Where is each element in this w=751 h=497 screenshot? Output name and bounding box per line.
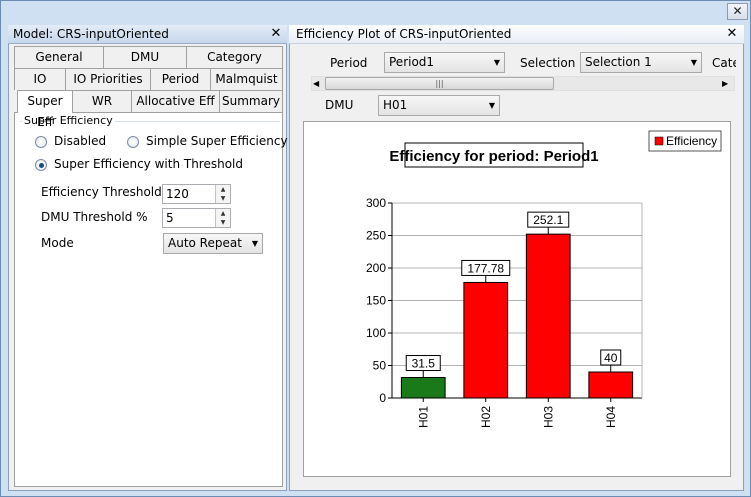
tab-wr[interactable]: WR — [72, 90, 132, 112]
category-label: Cate — [712, 56, 736, 70]
efficiency-chart: Efficiency for period: Period1 Efficienc… — [366, 130, 722, 428]
y-tick-label: 0 — [379, 391, 386, 405]
mode-label: Mode — [41, 236, 74, 250]
dmu-select[interactable]: H01 ▼ — [378, 95, 500, 116]
tab-allocative-eff[interactable]: Allocative Eff — [131, 90, 220, 112]
x-tick-label: H04 — [604, 406, 618, 428]
scrollbar-thumb[interactable]: ||| — [325, 77, 554, 90]
chart-area: Efficiency for period: Period1 Efficienc… — [303, 121, 731, 477]
model-panel-title: Model: CRS-inputOriented ✕ — [8, 25, 287, 44]
plot-panel-title-text: Efficiency Plot of CRS-inputOriented — [296, 27, 512, 41]
efficiency-threshold-value: 120 — [166, 187, 189, 201]
chevron-down-icon: ▼ — [493, 58, 500, 67]
super-efficiency-group — [20, 121, 280, 484]
legend-swatch — [654, 136, 664, 146]
dmu-label: DMU — [325, 98, 354, 112]
selection-select[interactable]: Selection 1 ▼ — [580, 52, 702, 73]
radio-threshold-label: Super Efficiency with Threshold — [54, 157, 243, 171]
y-tick-label: 250 — [366, 229, 386, 243]
tab-period[interactable]: Period — [150, 68, 211, 90]
spin-down-icon[interactable]: ▼ — [215, 218, 230, 227]
radio-super-efficiency-threshold[interactable] — [35, 159, 47, 171]
tab-io-priorities[interactable]: IO Priorities — [65, 68, 151, 90]
y-tick-label: 50 — [373, 359, 387, 373]
bar — [400, 377, 446, 399]
data-label: 177.78 — [467, 261, 504, 275]
group-label: Super Efficiency — [22, 114, 115, 127]
tab-malmquist[interactable]: Malmquist — [210, 68, 283, 90]
selection-value: Selection 1 — [585, 55, 652, 69]
model-panel-close-icon[interactable]: ✕ — [268, 26, 284, 42]
bar — [525, 233, 571, 399]
period-label: Period — [330, 56, 368, 70]
x-tick-label: H01 — [416, 406, 430, 428]
radio-simple-label: Simple Super Efficiency — [146, 134, 288, 148]
radio-simple-super-efficiency[interactable] — [127, 136, 139, 148]
efficiency-threshold-input[interactable]: 120 ▲ ▼ — [162, 184, 231, 204]
legend-label: Efficiency — [666, 134, 717, 148]
dmu-threshold-label: DMU Threshold % — [41, 210, 148, 224]
data-label: 252.1 — [533, 213, 563, 227]
chevron-down-icon: ▼ — [488, 101, 495, 110]
dmu-threshold-value: 5 — [166, 211, 174, 225]
dmu-threshold-input[interactable]: 5 ▲ ▼ — [162, 208, 231, 228]
period-value: Period1 — [389, 55, 435, 69]
chevron-down-icon: ▼ — [251, 239, 258, 248]
bar — [588, 371, 634, 399]
window-close-icon[interactable]: ✕ — [727, 3, 748, 20]
spin-up-icon[interactable]: ▲ — [215, 185, 230, 194]
chart-title: Efficiency for period: Period1 — [389, 148, 598, 165]
efficiency-threshold-label: Efficiency Threshold % — [41, 185, 177, 199]
tab-dmu[interactable]: DMU — [103, 46, 187, 68]
bar — [463, 281, 509, 399]
radio-disabled-label: Disabled — [54, 134, 107, 148]
spin-down-icon[interactable]: ▼ — [215, 194, 230, 203]
y-tick-label: 200 — [366, 261, 386, 275]
tab-super-eff[interactable]: Super Eff — [17, 90, 73, 129]
selection-label: Selection — [520, 56, 576, 70]
tab-general[interactable]: General — [14, 46, 104, 68]
tab-category[interactable]: Category — [186, 46, 283, 68]
x-tick-label: H03 — [541, 406, 555, 428]
mode-value: Auto Repeat — [168, 236, 242, 250]
tab-summary[interactable]: Summary — [219, 90, 283, 112]
plot-panel-title: Efficiency Plot of CRS-inputOriented ✕ — [289, 25, 744, 44]
plot-panel-close-icon[interactable]: ✕ — [724, 26, 740, 42]
y-tick-label: 150 — [366, 294, 386, 308]
arrow-right-icon[interactable]: ▶ — [722, 77, 728, 90]
data-label: 31.5 — [412, 357, 436, 371]
data-label: 40 — [604, 351, 618, 365]
y-tick-label: 300 — [366, 196, 386, 210]
x-tick-label: H02 — [479, 406, 493, 428]
y-tick-label: 100 — [366, 326, 386, 340]
tab-io[interactable]: IO — [14, 68, 66, 90]
spin-up-icon[interactable]: ▲ — [215, 209, 230, 218]
chevron-down-icon: ▼ — [690, 58, 697, 67]
radio-disabled[interactable] — [35, 136, 47, 148]
arrow-left-icon[interactable]: ◀ — [313, 77, 319, 90]
period-select[interactable]: Period1 ▼ — [384, 52, 505, 73]
dmu-value: H01 — [383, 98, 408, 112]
mode-select[interactable]: Auto Repeat ▼ — [163, 233, 263, 254]
model-panel-title-text: Model: CRS-inputOriented — [13, 27, 169, 41]
